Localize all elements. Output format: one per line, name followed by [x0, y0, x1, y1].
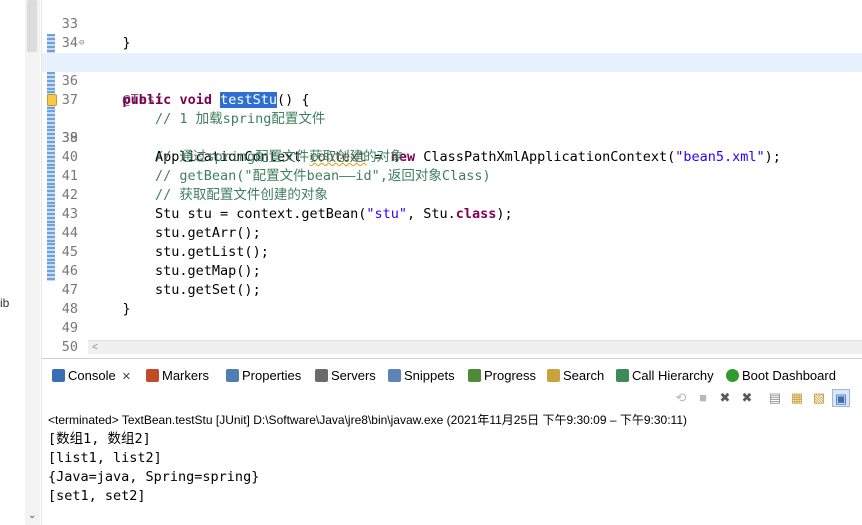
servers-icon: [315, 369, 328, 382]
fold-collapse-icon[interactable]: ⊖: [79, 34, 84, 53]
output-line: [list1, list2]: [48, 450, 162, 466]
tab-call-hierarchy[interactable]: Call Hierarchy: [616, 365, 714, 387]
scroll-left-icon[interactable]: <: [92, 341, 98, 355]
code-line-47: 47 }: [42, 262, 862, 317]
console-icon: [52, 369, 65, 382]
output-line: {Java=java, Spring=spring}: [48, 469, 260, 485]
tab-boot-dashboard[interactable]: Boot Dashboard: [726, 365, 836, 387]
explorer-scrollbar-thumb[interactable]: [27, 0, 37, 52]
code-line-45: 45 stu.getMap();: [42, 224, 862, 279]
code-line-38: 38 ApplicationContext context = new Clas…: [42, 91, 862, 165]
tab-properties[interactable]: Properties: [226, 365, 301, 387]
scroll-lock-icon[interactable]: ▦: [788, 389, 806, 407]
editor-horizontal-scrollbar[interactable]: <: [88, 340, 862, 354]
output-line: [数组1, 数组2]: [48, 431, 151, 447]
markers-icon: [146, 369, 159, 382]
line-number: 50: [61, 339, 78, 355]
tab-markers[interactable]: Markers: [146, 365, 209, 387]
clear-console-icon[interactable]: ▤: [766, 389, 784, 407]
code-line-46: 46 stu.getSet();: [42, 243, 862, 298]
remove-launch-icon[interactable]: ✖: [716, 389, 734, 407]
boot-dashboard-icon: [726, 369, 739, 382]
snippets-icon: [388, 369, 401, 382]
tab-snippets[interactable]: Snippets: [388, 365, 455, 387]
package-explorer-strip: ib ⌄: [0, 0, 42, 525]
tab-progress[interactable]: Progress: [468, 365, 536, 387]
properties-icon: [226, 369, 239, 382]
pin-console-icon[interactable]: ▣: [832, 389, 850, 407]
console-view: Console ✕ Markers Properties Servers Snip…: [42, 358, 862, 525]
warning-icon[interactable]: [47, 94, 57, 106]
output-line: [set1, set2]: [48, 488, 146, 504]
code-line-50: 50: [42, 319, 862, 355]
code-editor[interactable]: 33 } 34 35 ⊖ @Test 36 public void testSt…: [42, 0, 862, 355]
close-icon[interactable]: ✕: [122, 371, 131, 383]
code-line-33: 33 }: [42, 0, 862, 51]
tab-servers[interactable]: Servers: [315, 365, 376, 387]
launch-status: <terminated> TextBean.testStu [JUnit] D:…: [48, 413, 688, 427]
remove-all-terminated-icon[interactable]: ✖: [738, 389, 756, 407]
code-line-40: 40 // getBean("配置文件bean——id",返回对象Class): [42, 129, 862, 184]
call-hierarchy-icon: [616, 369, 629, 382]
tab-console[interactable]: Console ✕: [52, 365, 131, 387]
code-line-43: 43 stu.getArr();: [42, 186, 862, 241]
explorer-scrollbar[interactable]: [25, 0, 40, 525]
word-wrap-icon[interactable]: ▧: [810, 389, 828, 407]
code-line-35: 35 ⊖ @Test: [42, 34, 862, 108]
package-explorer-fragment: ib: [0, 296, 10, 310]
code-line-41: 41 // 获取配置文件创建的对象: [42, 148, 862, 203]
tab-search[interactable]: Search: [547, 365, 604, 387]
code-line-37: 37 // 1 加载spring配置文件: [42, 72, 862, 127]
code-line-34: 34: [42, 15, 862, 51]
code-line-42: 42 Stu stu = context.getBean("stu", Stu.…: [42, 167, 862, 222]
chevron-down-icon[interactable]: ⌄: [28, 510, 36, 521]
progress-icon: [468, 369, 481, 382]
relaunch-icon[interactable]: ⟲: [672, 389, 690, 407]
code-line-44: 44 stu.getList();: [42, 205, 862, 260]
code-line-48: 48: [42, 281, 862, 317]
terminate-icon[interactable]: ■: [694, 389, 712, 407]
code-line-36: 36 public void testStu() {: [42, 53, 862, 108]
search-icon: [547, 369, 560, 382]
console-output[interactable]: [数组1, 数组2] [list1, list2] {Java=java, Spri…: [48, 430, 259, 506]
code-line-49: 49 }: [42, 300, 862, 355]
view-tab-bar: Console ✕ Markers Properties Servers Snip…: [42, 365, 862, 387]
code-line-39: 39 // 通过spring配置文件获取创建的对象: [42, 110, 862, 165]
